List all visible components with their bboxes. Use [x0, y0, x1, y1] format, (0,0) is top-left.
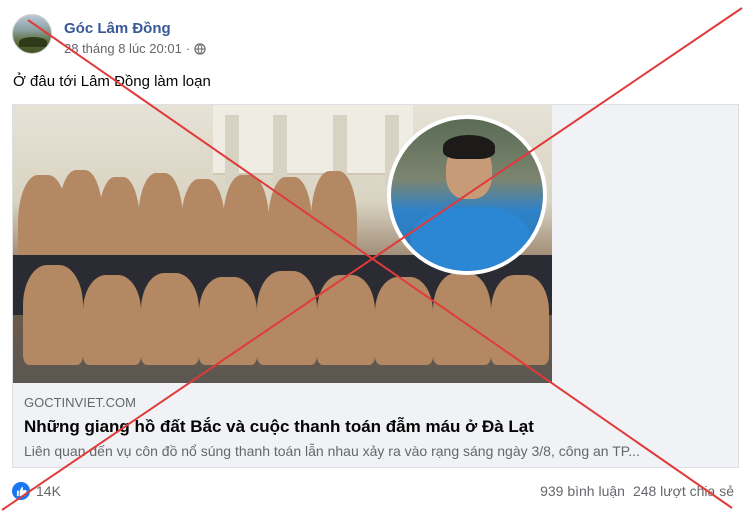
meta-separator: · — [185, 41, 191, 56]
engagement-stats: 939 bình luận 248 lượt chia sẻ — [540, 483, 734, 499]
comment-count[interactable]: 939 bình luận — [540, 483, 625, 499]
link-info[interactable]: GOCTINVIET.COM Những giang hồ đất Bắc và… — [13, 383, 740, 469]
inset-portrait — [387, 115, 547, 275]
link-preview-card[interactable]: GOCTINVIET.COM Những giang hồ đất Bắc và… — [12, 104, 739, 468]
post-timestamp[interactable]: 28 tháng 8 lúc 20:01 — [64, 41, 182, 56]
globe-icon — [194, 42, 206, 55]
share-count[interactable]: 248 lượt chia sẻ — [633, 483, 734, 499]
page-name[interactable]: Góc Lâm Đồng — [64, 20, 206, 38]
like-icon — [12, 482, 30, 500]
post-header: Góc Lâm Đồng 28 tháng 8 lúc 20:01 · — [12, 14, 206, 62]
link-preview-image[interactable] — [13, 105, 552, 383]
post-footer: 14K 939 bình luận 248 lượt chia sẻ — [12, 480, 734, 502]
reaction-count: 14K — [36, 483, 61, 499]
link-description: Liên quan đến vụ côn đồ nổ súng thanh to… — [24, 443, 640, 459]
link-domain: GOCTINVIET.COM — [24, 395, 136, 410]
reactions-summary[interactable]: 14K — [12, 482, 61, 500]
page-avatar[interactable] — [12, 14, 52, 54]
building-bg — [213, 105, 413, 185]
post-text: Ở đâu tới Lâm Đồng làm loạn — [13, 73, 211, 90]
header-text: Góc Lâm Đồng 28 tháng 8 lúc 20:01 · — [64, 20, 206, 56]
link-title[interactable]: Những giang hồ đất Bắc và cuộc thanh toá… — [24, 416, 729, 437]
post-meta: 28 tháng 8 lúc 20:01 · — [64, 41, 206, 56]
